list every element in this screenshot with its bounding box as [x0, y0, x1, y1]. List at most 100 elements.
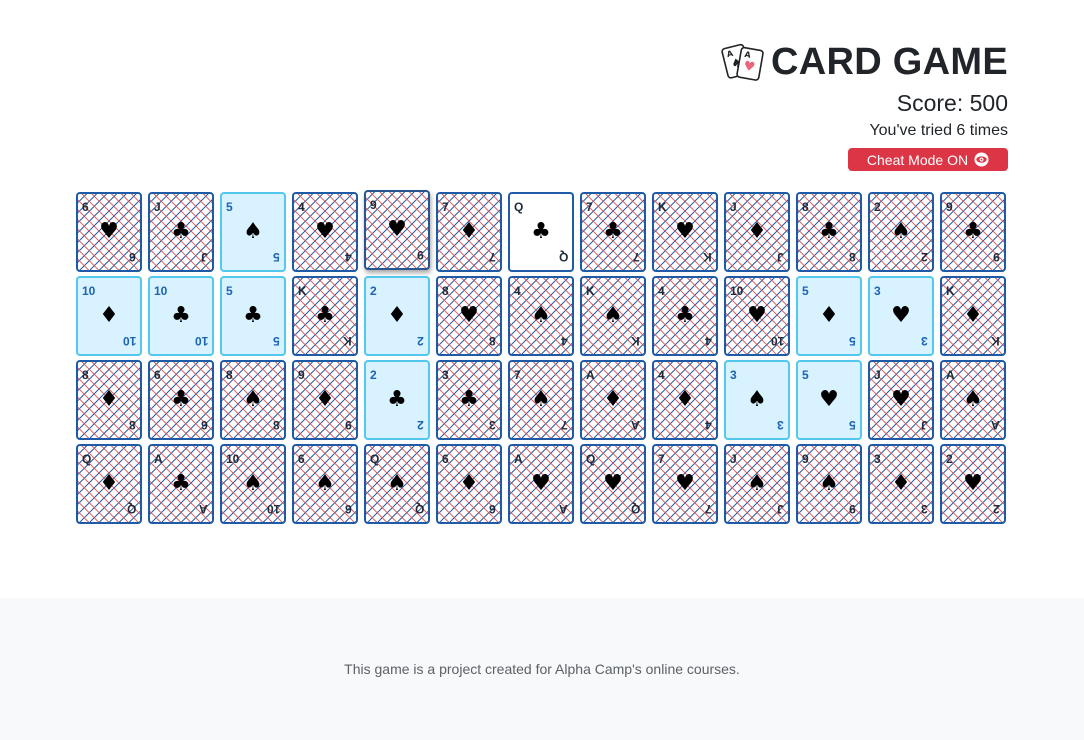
card[interactable]: 2 ♦ 2: [364, 276, 430, 356]
card[interactable]: 4 ♣ 4: [652, 276, 718, 356]
card[interactable]: 7 ♠ 7: [508, 360, 574, 440]
card[interactable]: 8 ♠ 8: [220, 360, 286, 440]
card-suit-icon: ♣: [171, 387, 191, 412]
card-suit-icon: ♠: [891, 219, 911, 244]
card-rank-inverted: 7: [489, 250, 496, 264]
card[interactable]: 2 ♥ 2: [940, 444, 1006, 524]
card[interactable]: 7 ♥ 7: [652, 444, 718, 524]
tries-label: You've tried 6 times: [869, 122, 1008, 139]
card-rank-inverted: 5: [849, 334, 856, 348]
card[interactable]: 3 ♦ 3: [868, 444, 934, 524]
card-suit-icon: ♥: [387, 217, 407, 242]
card[interactable]: 6 ♠ 6: [292, 444, 358, 524]
card[interactable]: 9 ♣ 9: [940, 192, 1006, 272]
card[interactable]: 2 ♣ 2: [364, 360, 430, 440]
card-suit-icon: ♣: [243, 303, 263, 328]
card[interactable]: Q ♦ Q: [76, 444, 142, 524]
card-rank: K: [946, 284, 955, 298]
card[interactable]: 5 ♣ 5: [220, 276, 286, 356]
card[interactable]: 5 ♦ 5: [796, 276, 862, 356]
card[interactable]: K ♦ K: [940, 276, 1006, 356]
card[interactable]: 8 ♣ 8: [796, 192, 862, 272]
cheat-mode-button[interactable]: Cheat Mode ON: [848, 148, 1008, 171]
card-rank: 4: [514, 284, 521, 298]
card[interactable]: 10 ♠ 10: [220, 444, 286, 524]
card[interactable]: J ♣ J: [148, 192, 214, 272]
card[interactable]: 9 ♠ 9: [796, 444, 862, 524]
score-label: Score: 500: [896, 90, 1008, 116]
card-rank-inverted: 8: [489, 334, 496, 348]
card[interactable]: 6 ♦ 6: [436, 444, 502, 524]
card-rank-inverted: 9: [417, 248, 424, 262]
card[interactable]: 7 ♣ 7: [580, 192, 646, 272]
card[interactable]: A ♦ A: [580, 360, 646, 440]
card[interactable]: 2 ♠ 2: [868, 192, 934, 272]
card[interactable]: 9 ♥ 9: [364, 190, 430, 270]
card[interactable]: 6 ♣ 6: [148, 360, 214, 440]
card[interactable]: 10 ♥ 10: [724, 276, 790, 356]
card-suit-icon: ♥: [747, 303, 767, 328]
card-rank-inverted: J: [777, 250, 784, 264]
card[interactable]: K ♥ K: [652, 192, 718, 272]
card-suit-icon: ♦: [603, 387, 623, 412]
card-suit-icon: ♦: [819, 303, 839, 328]
card-suit-icon: ♥: [459, 303, 479, 328]
card[interactable]: 3 ♥ 3: [868, 276, 934, 356]
card[interactable]: 4 ♦ 4: [652, 360, 718, 440]
card-rank-inverted: 5: [849, 418, 856, 432]
card[interactable]: J ♦ J: [724, 192, 790, 272]
card-rank: 10: [730, 284, 744, 298]
card[interactable]: A ♠ A: [940, 360, 1006, 440]
card[interactable]: 4 ♥ 4: [292, 192, 358, 272]
card-rank: 2: [946, 452, 953, 466]
card-suit-icon: ♠: [243, 219, 263, 244]
card[interactable]: Q ♣ Q: [508, 192, 574, 272]
card[interactable]: J ♥ J: [868, 360, 934, 440]
card-rank-inverted: 8: [129, 418, 136, 432]
card-suit-icon: ♦: [315, 387, 335, 412]
card[interactable]: Q ♥ Q: [580, 444, 646, 524]
card-rank: K: [586, 284, 595, 298]
card-rank-inverted: 10: [122, 334, 136, 348]
card-suit-icon: ♦: [387, 303, 407, 328]
card[interactable]: 8 ♦ 8: [76, 360, 142, 440]
card-rank-inverted: K: [703, 250, 712, 264]
card[interactable]: 7 ♦ 7: [436, 192, 502, 272]
card[interactable]: 9 ♦ 9: [292, 360, 358, 440]
card-rank: Q: [82, 452, 92, 466]
card-rank: 10: [82, 284, 96, 298]
card[interactable]: 8 ♥ 8: [436, 276, 502, 356]
card-rank: 9: [370, 198, 377, 212]
card-rank-inverted: A: [631, 418, 640, 432]
card[interactable]: A ♣ A: [148, 444, 214, 524]
card[interactable]: Q ♠ Q: [364, 444, 430, 524]
card-suit-icon: ♦: [459, 471, 479, 496]
card[interactable]: 4 ♠ 4: [508, 276, 574, 356]
page-title: CARD GAME: [770, 40, 1008, 83]
card[interactable]: 5 ♥ 5: [796, 360, 862, 440]
playing-cards-icon: A ♠ A ♥: [721, 43, 764, 81]
card[interactable]: K ♠ K: [580, 276, 646, 356]
footer-text: This game is a project created for Alpha…: [344, 661, 740, 677]
card[interactable]: 10 ♣ 10: [148, 276, 214, 356]
card-suit-icon: ♦: [891, 471, 911, 496]
card[interactable]: A ♥ A: [508, 444, 574, 524]
card-suit-icon: ♠: [531, 387, 551, 412]
card[interactable]: 5 ♠ 5: [220, 192, 286, 272]
card[interactable]: 3 ♣ 3: [436, 360, 502, 440]
card[interactable]: 3 ♠ 3: [724, 360, 790, 440]
card-rank: 5: [802, 368, 809, 382]
card-suit-icon: ♠: [315, 471, 335, 496]
card-rank: 7: [442, 200, 449, 214]
card-suit-icon: ♣: [171, 303, 191, 328]
card-suit-icon: ♥: [675, 219, 695, 244]
card[interactable]: 10 ♦ 10: [76, 276, 142, 356]
card-suit-icon: ♦: [99, 387, 119, 412]
card-suit-icon: ♦: [747, 219, 767, 244]
card-suit-icon: ♣: [675, 303, 695, 328]
card-rank-inverted: 7: [705, 502, 712, 516]
card-suit-icon: ♥: [819, 387, 839, 412]
card[interactable]: K ♣ K: [292, 276, 358, 356]
card[interactable]: 6 ♥ 6: [76, 192, 142, 272]
card[interactable]: J ♠ J: [724, 444, 790, 524]
